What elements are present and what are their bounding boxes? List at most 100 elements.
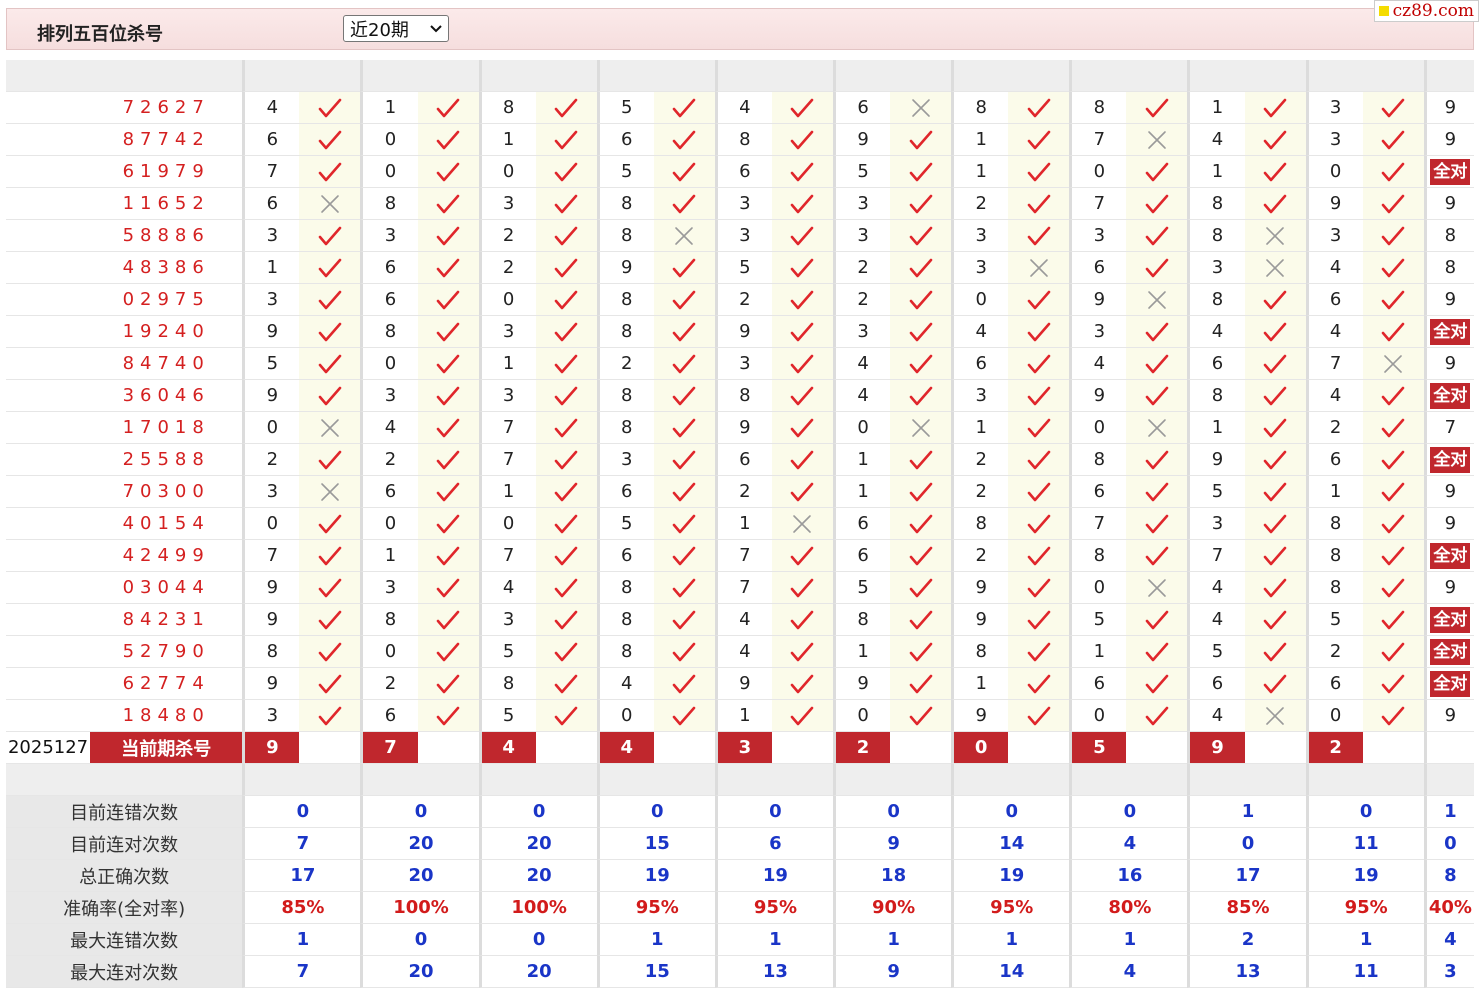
kill-pick-cell: 6 [1305,444,1363,476]
kill-pick-cell: 7 [1069,188,1127,220]
check-icon [673,482,696,501]
check-icon [909,226,932,245]
current-kill-pick: 2 [833,732,891,764]
result-mark-cell [299,604,361,636]
draw-number: 25588 [122,449,210,470]
result-mark-cell [1008,444,1070,476]
cross-icon [321,194,339,213]
check-icon [1145,674,1169,693]
kill-pick-cell: 6 [833,540,891,572]
check-icon [673,386,696,405]
kill-pick-cell: 8 [596,412,654,444]
result-mark-cell [653,156,715,188]
check-icon [436,162,460,181]
result-mark-cell [417,508,479,540]
check-icon [554,290,578,309]
result-mark-cell [299,444,361,476]
table-row: 19240 9 8 3 8 9 3 4 3 4 4 全对 [6,316,1474,348]
current-kill-pick: 4 [596,732,654,764]
kill-pick-cell: 0 [360,636,418,668]
check-icon [791,194,814,213]
draw-number: 02975 [122,289,210,310]
period-cell [6,220,91,252]
summary-value: 7 [242,956,361,988]
result-mark-cell [1008,636,1070,668]
check-icon [1381,418,1405,437]
kill-pick-cell: 8 [478,668,536,700]
result-mark-cell [417,668,479,700]
table-row: 02975 3 6 0 8 2 2 0 9 8 6 9 [6,284,1474,316]
kill-pick-cell: 1 [478,348,536,380]
column-header-expert [360,764,479,796]
result-mark-cell [653,636,715,668]
period-select[interactable]: 近20期 [343,15,449,42]
kill-pick-cell: 1 [1069,636,1127,668]
draw-number-cell: 87742 [90,124,243,156]
check-icon [1027,610,1051,629]
kill-pick-cell: 3 [951,220,1009,252]
draw-number-cell: 17018 [90,412,243,444]
result-mark-cell [890,604,952,636]
result-mark-cell [1008,252,1070,284]
check-icon [1027,546,1051,565]
kill-pick-cell: 4 [714,92,772,124]
check-icon [673,610,696,629]
total-cell: 7 [1423,412,1474,444]
kill-pick-cell: 0 [478,156,536,188]
summary-label: 最大连错次数 [6,924,243,956]
kill-pick-cell: 0 [478,508,536,540]
kill-pick-cell: 3 [951,380,1009,412]
kill-pick-cell: 0 [360,348,418,380]
result-mark-cell [1362,220,1424,252]
kill-pick-cell: 9 [1305,188,1363,220]
kill-pick-cell: 4 [478,572,536,604]
kill-pick-cell: 0 [360,156,418,188]
draw-number: 03044 [122,577,210,598]
draw-number: 87742 [122,129,210,150]
current-kill-pick: 4 [478,732,536,764]
check-icon [909,354,932,373]
kill-pick-cell: 3 [1305,124,1363,156]
kill-pick-cell: 0 [1305,156,1363,188]
kill-pick-cell: 8 [478,92,536,124]
kill-pick-cell: 9 [951,700,1009,732]
result-mark-cell [1008,412,1070,444]
summary-value: 20 [478,828,597,860]
draw-number-cell: 61979 [90,156,243,188]
check-icon [1027,418,1051,437]
result-mark-cell [535,412,597,444]
check-icon [436,706,460,725]
result-mark-cell [299,156,361,188]
summary-label: 目前连错次数 [6,796,243,828]
check-icon [1381,98,1405,117]
result-mark-cell [1362,92,1424,124]
total-cell: 9 [1423,508,1474,540]
check-icon [1381,546,1405,565]
column-header-expert [242,60,361,92]
column-header-expert [1187,764,1306,796]
draw-number-cell: 62774 [90,668,243,700]
result-mark-cell [299,348,361,380]
check-icon [318,578,342,597]
check-icon [1381,386,1405,405]
kill-pick-cell: 8 [714,124,772,156]
current-kill-pick: 3 [714,732,772,764]
result-mark-cell [1008,380,1070,412]
result-mark-cell [1008,284,1070,316]
summary-label: 目前连对次数 [6,828,243,860]
header-row [6,764,1474,796]
all-correct-badge: 全对 [1430,446,1471,473]
table-row: 72627 4 1 8 5 4 6 8 8 1 3 9 [6,92,1474,124]
summary-value: 0 [714,796,834,828]
table-row: 18480 3 6 5 0 1 0 9 0 4 0 9 [6,700,1474,732]
kill-pick-cell: 5 [596,508,654,540]
check-icon [1263,322,1287,341]
table-row: 62774 9 2 8 4 9 9 1 6 6 6 全对 [6,668,1474,700]
result-mark-cell [890,668,952,700]
kill-pick-cell: 7 [478,412,536,444]
column-header-expert [1069,60,1188,92]
current-empty-cell [1244,732,1306,764]
check-icon [1027,674,1051,693]
column-header-expert [1305,764,1424,796]
check-icon [436,578,460,597]
